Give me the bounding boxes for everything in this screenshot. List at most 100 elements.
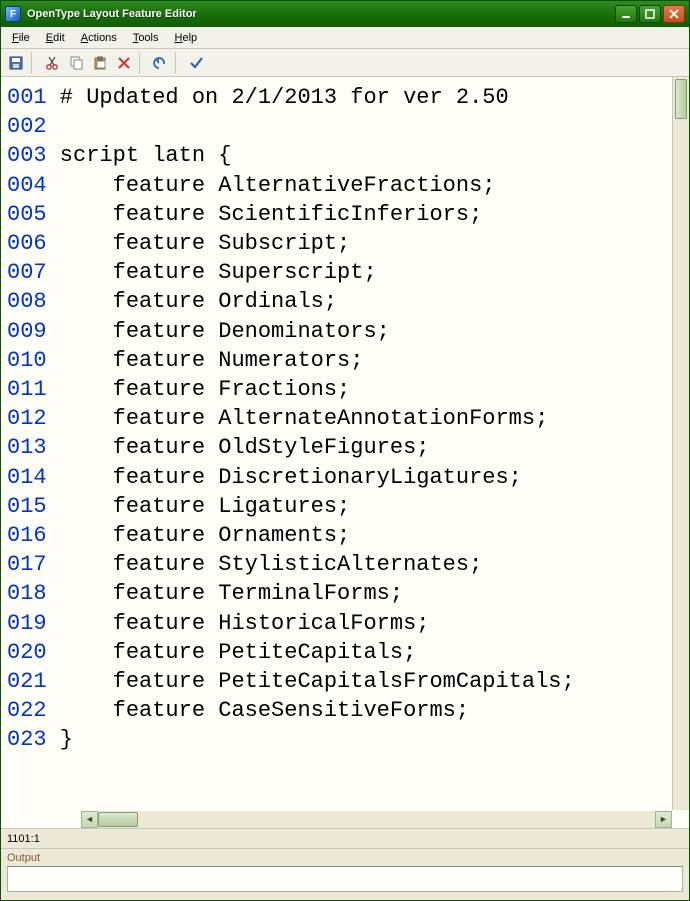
- output-textbox[interactable]: [7, 866, 683, 892]
- code-line[interactable]: 010 feature Numerators;: [7, 346, 685, 375]
- line-number: 005: [7, 202, 47, 227]
- window-title: OpenType Layout Feature Editor: [27, 8, 615, 20]
- line-number: 015: [7, 494, 47, 519]
- check-button[interactable]: [185, 52, 207, 74]
- menu-actions[interactable]: Actions: [74, 30, 124, 46]
- code-editor[interactable]: 001 # Updated on 2/1/2013 for ver 2.5000…: [1, 77, 689, 810]
- code-line[interactable]: 023 }: [7, 725, 685, 754]
- line-text: feature Denominators;: [47, 319, 390, 344]
- code-line[interactable]: 019 feature HistoricalForms;: [7, 609, 685, 638]
- code-line[interactable]: 005 feature ScientificInferiors;: [7, 200, 685, 229]
- code-line[interactable]: 022 feature CaseSensitiveForms;: [7, 696, 685, 725]
- maximize-button[interactable]: [639, 5, 661, 23]
- copy-button[interactable]: [65, 52, 87, 74]
- line-text: }: [47, 727, 73, 752]
- line-text: feature AlternateAnnotationForms;: [47, 406, 549, 431]
- menu-tools[interactable]: Tools: [126, 30, 166, 46]
- line-number: 011: [7, 377, 47, 402]
- statusbar: 1101:1: [1, 828, 689, 848]
- line-text: feature PetiteCapitalsFromCapitals;: [47, 669, 575, 694]
- scrollbar-thumb[interactable]: [98, 812, 138, 827]
- menubar: File Edit Actions Tools Help: [1, 27, 689, 49]
- code-line[interactable]: 006 feature Subscript;: [7, 229, 685, 258]
- code-line[interactable]: 012 feature AlternateAnnotationForms;: [7, 404, 685, 433]
- line-text: feature ScientificInferiors;: [47, 202, 483, 227]
- undo-button[interactable]: [149, 52, 171, 74]
- menu-file[interactable]: File: [5, 30, 37, 46]
- line-number: 010: [7, 348, 47, 373]
- line-number: 017: [7, 552, 47, 577]
- code-line[interactable]: 013 feature OldStyleFigures;: [7, 433, 685, 462]
- line-text: feature AlternativeFractions;: [47, 173, 496, 198]
- cursor-position: 1101:1: [7, 833, 40, 845]
- code-line[interactable]: 002: [7, 112, 685, 141]
- code-line[interactable]: 007 feature Superscript;: [7, 258, 685, 287]
- paste-icon: [92, 55, 108, 71]
- line-text: feature StylisticAlternates;: [47, 552, 483, 577]
- code-line[interactable]: 014 feature DiscretionaryLigatures;: [7, 463, 685, 492]
- line-number: 016: [7, 523, 47, 548]
- line-text: feature Ordinals;: [47, 289, 337, 314]
- line-number: 021: [7, 669, 47, 694]
- vertical-scrollbar[interactable]: [672, 77, 689, 810]
- scroll-right-button[interactable]: ►: [655, 811, 672, 828]
- line-text: feature Ornaments;: [47, 523, 351, 548]
- line-text: feature PetiteCapitals;: [47, 640, 417, 665]
- maximize-icon: [645, 9, 655, 19]
- delete-button[interactable]: [113, 52, 135, 74]
- close-icon: [669, 9, 679, 19]
- code-line[interactable]: 016 feature Ornaments;: [7, 521, 685, 550]
- code-line[interactable]: 008 feature Ordinals;: [7, 287, 685, 316]
- minimize-button[interactable]: [615, 5, 637, 23]
- editor-area: 001 # Updated on 2/1/2013 for ver 2.5000…: [1, 77, 689, 828]
- line-text: feature HistoricalForms;: [47, 611, 430, 636]
- line-text: feature Numerators;: [47, 348, 364, 373]
- line-number: 013: [7, 435, 47, 460]
- save-button[interactable]: [5, 52, 27, 74]
- titlebar[interactable]: F OpenType Layout Feature Editor: [1, 1, 689, 27]
- app-window: F OpenType Layout Feature Editor File Ed…: [0, 0, 690, 901]
- code-line[interactable]: 003 script latn {: [7, 141, 685, 170]
- code-line[interactable]: 018 feature TerminalForms;: [7, 579, 685, 608]
- code-line[interactable]: 021 feature PetiteCapitalsFromCapitals;: [7, 667, 685, 696]
- code-line[interactable]: 004 feature AlternativeFractions;: [7, 171, 685, 200]
- line-number: 006: [7, 231, 47, 256]
- cut-button[interactable]: [41, 52, 63, 74]
- line-number: 002: [7, 114, 47, 139]
- line-number: 018: [7, 581, 47, 606]
- paste-button[interactable]: [89, 52, 111, 74]
- line-number: 023: [7, 727, 47, 752]
- line-number: 012: [7, 406, 47, 431]
- check-icon: [188, 55, 204, 71]
- line-number: 020: [7, 640, 47, 665]
- line-text: feature Fractions;: [47, 377, 351, 402]
- output-panel: Output: [1, 848, 689, 900]
- scroll-left-button[interactable]: ◄: [81, 811, 98, 828]
- line-number: 001: [7, 85, 47, 110]
- line-number: 003: [7, 143, 47, 168]
- line-number: 022: [7, 698, 47, 723]
- line-text: # Updated on 2/1/2013 for ver 2.50: [47, 85, 509, 110]
- code-line[interactable]: 017 feature StylisticAlternates;: [7, 550, 685, 579]
- line-text: feature Ligatures;: [47, 494, 351, 519]
- line-number: 009: [7, 319, 47, 344]
- code-line[interactable]: 011 feature Fractions;: [7, 375, 685, 404]
- horizontal-scrollbar[interactable]: ◄ ►: [81, 811, 672, 828]
- minimize-icon: [621, 9, 631, 19]
- toolbar: [1, 49, 689, 77]
- app-icon: F: [5, 6, 21, 22]
- menu-edit[interactable]: Edit: [39, 30, 72, 46]
- copy-icon: [68, 55, 84, 71]
- cut-icon: [44, 55, 60, 71]
- output-label: Output: [7, 852, 683, 864]
- line-number: 019: [7, 611, 47, 636]
- code-line[interactable]: 015 feature Ligatures;: [7, 492, 685, 521]
- code-line[interactable]: 001 # Updated on 2/1/2013 for ver 2.50: [7, 83, 685, 112]
- line-number: 008: [7, 289, 47, 314]
- code-line[interactable]: 009 feature Denominators;: [7, 317, 685, 346]
- close-button[interactable]: [663, 5, 685, 23]
- code-line[interactable]: 020 feature PetiteCapitals;: [7, 638, 685, 667]
- scrollbar-thumb[interactable]: [675, 79, 687, 119]
- line-text: feature Superscript;: [47, 260, 377, 285]
- menu-help[interactable]: Help: [168, 30, 205, 46]
